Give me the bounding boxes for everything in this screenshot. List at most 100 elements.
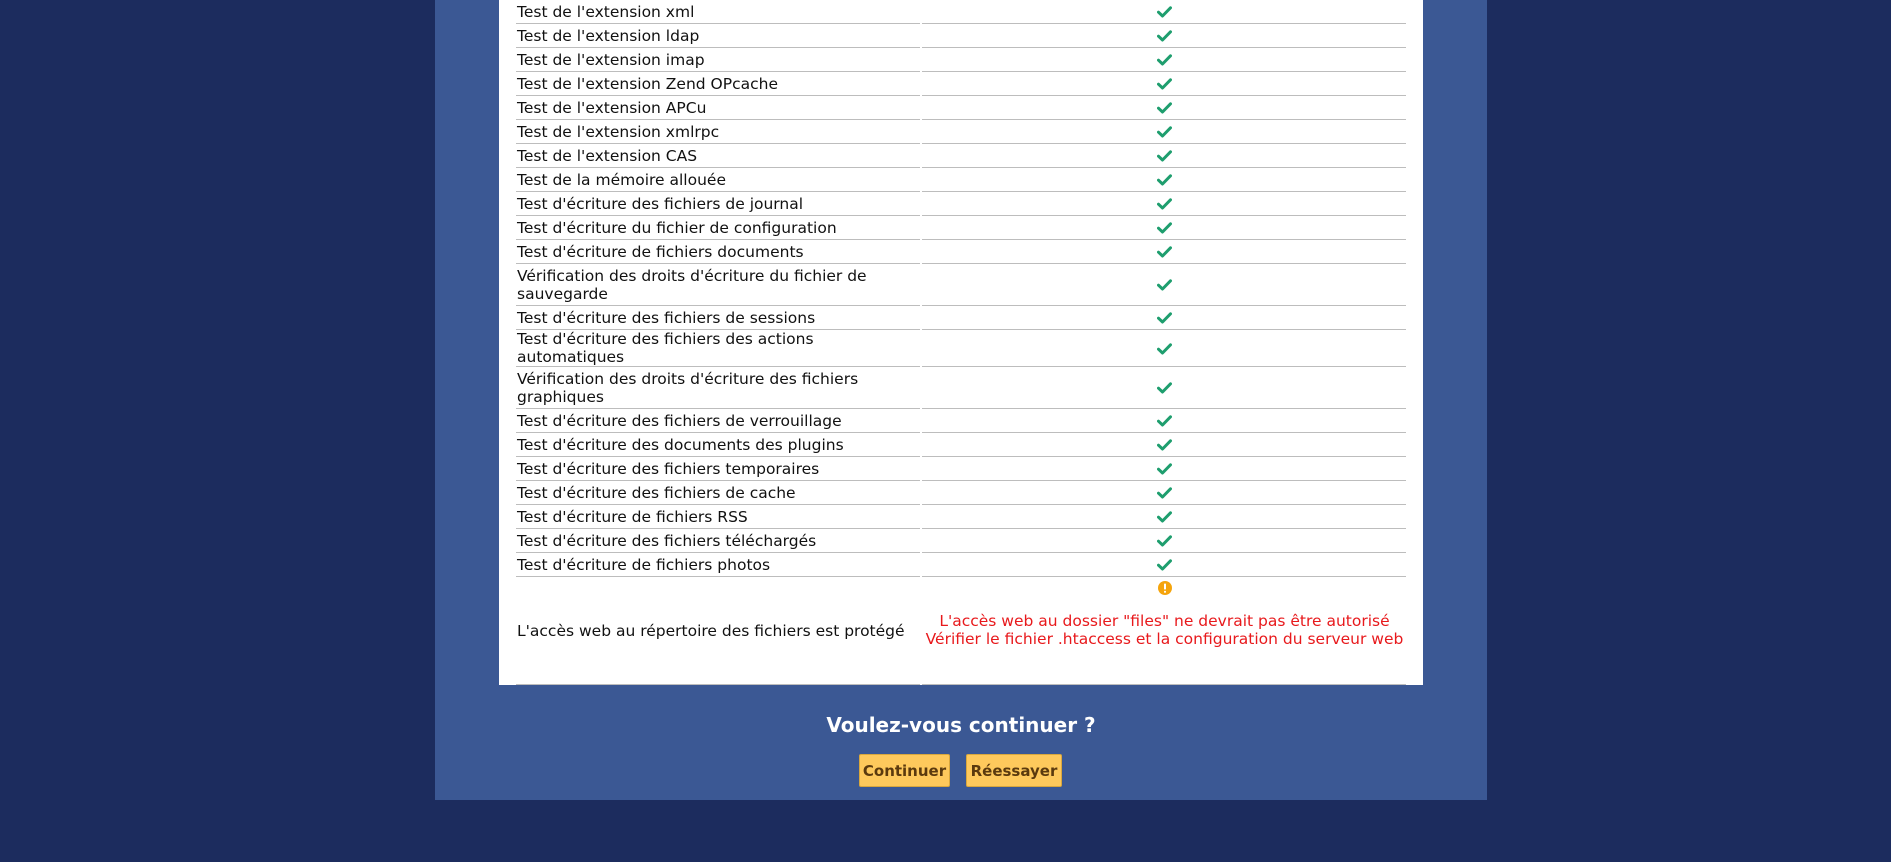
check-label: Test d'écriture des fichiers temporaires <box>516 457 920 481</box>
retry-button[interactable]: Réessayer <box>966 754 1062 787</box>
check-icon <box>1157 126 1172 138</box>
table-row: Test d'écriture des fichiers de verrouil… <box>516 409 1406 433</box>
check-label: Test d'écriture du fichier de configurat… <box>516 216 920 240</box>
check-icon <box>1157 312 1172 324</box>
check-icon <box>1157 198 1172 210</box>
check-status <box>922 505 1406 529</box>
check-icon <box>1157 279 1172 291</box>
check-icon <box>1157 415 1172 427</box>
check-status <box>922 168 1406 192</box>
check-icon <box>1157 439 1172 451</box>
check-status <box>922 96 1406 120</box>
install-frame: Test de l'extension xml Test de l'extensi… <box>435 0 1487 800</box>
check-status <box>922 240 1406 264</box>
check-status <box>922 264 1406 306</box>
table-row: Test de l'extension xml <box>516 0 1406 24</box>
check-icon <box>1157 6 1172 18</box>
check-status <box>922 48 1406 72</box>
warning-message-line: L'accès web au dossier "files" ne devrai… <box>939 612 1390 630</box>
check-label: Test d'écriture des fichiers de sessions <box>516 306 920 330</box>
check-status <box>922 306 1406 330</box>
table-row: Test d'écriture des fichiers de sessions <box>516 306 1406 330</box>
check-status <box>922 433 1406 457</box>
check-status <box>922 120 1406 144</box>
check-status <box>922 553 1406 577</box>
warning-message-line: Vérifier le fichier .htaccess et la conf… <box>925 630 1404 648</box>
check-label: L'accès web au répertoire des fichiers e… <box>516 577 920 685</box>
check-icon <box>1157 342 1172 354</box>
check-label: Test d'écriture des fichiers téléchargés <box>516 529 920 553</box>
table-row: Test d'écriture du fichier de configurat… <box>516 216 1406 240</box>
check-icon <box>1157 30 1172 42</box>
check-icon <box>1157 174 1172 186</box>
table-row: Test d'écriture de fichiers photos <box>516 553 1406 577</box>
check-status <box>922 330 1406 367</box>
check-status <box>922 367 1406 409</box>
check-label: Test de l'extension Zend OPcache <box>516 72 920 96</box>
table-row: Test de l'extension APCu <box>516 96 1406 120</box>
check-icon <box>1157 511 1172 523</box>
check-label: Test de la mémoire allouée <box>516 168 920 192</box>
check-label: Test de l'extension CAS <box>516 144 920 168</box>
table-row: Test de l'extension xmlrpc <box>516 120 1406 144</box>
check-status <box>922 0 1406 24</box>
check-icon <box>1157 487 1172 499</box>
check-status <box>922 144 1406 168</box>
check-label: Test de l'extension ldap <box>516 24 920 48</box>
check-status: L'accès web au dossier "files" ne devrai… <box>922 577 1406 685</box>
continue-question: Voulez-vous continuer ? <box>826 713 1096 737</box>
check-status <box>922 409 1406 433</box>
check-label: Test d'écriture des fichiers de cache <box>516 481 920 505</box>
check-icon <box>1157 463 1172 475</box>
table-row: Test de l'extension Zend OPcache <box>516 72 1406 96</box>
table-row: Test d'écriture de fichiers documents <box>516 240 1406 264</box>
check-icon <box>1157 54 1172 66</box>
check-icon <box>1157 382 1172 394</box>
check-label: Test d'écriture de fichiers documents <box>516 240 920 264</box>
table-row: Test de l'extension ldap <box>516 24 1406 48</box>
check-label: Test d'écriture des fichiers des actions… <box>516 330 920 367</box>
check-status <box>922 24 1406 48</box>
check-label: Test de l'extension imap <box>516 48 920 72</box>
check-icon <box>1157 102 1172 114</box>
check-label: Vérification des droits d'écriture du fi… <box>516 264 920 306</box>
check-icon <box>1157 150 1172 162</box>
check-label: Test d'écriture de fichiers photos <box>516 553 920 577</box>
check-status <box>922 192 1406 216</box>
table-row: Vérification des droits d'écriture du fi… <box>516 264 1406 306</box>
table-row-warning: L'accès web au répertoire des fichiers e… <box>516 577 1406 685</box>
table-row: Test de l'extension CAS <box>516 144 1406 168</box>
check-status <box>922 72 1406 96</box>
check-icon <box>1157 559 1172 571</box>
check-label: Test d'écriture de fichiers RSS <box>516 505 920 529</box>
check-icon <box>1157 246 1172 258</box>
check-icon <box>1157 535 1172 547</box>
check-icon <box>1157 78 1172 90</box>
check-label: Test de l'extension xmlrpc <box>516 120 920 144</box>
table-row: Test d'écriture des fichiers téléchargés <box>516 529 1406 553</box>
check-status <box>922 216 1406 240</box>
check-status <box>922 457 1406 481</box>
warning-message: L'accès web au dossier "files" ne devrai… <box>923 612 1406 648</box>
table-row: Test d'écriture des fichiers de cache <box>516 481 1406 505</box>
check-label: Test d'écriture des fichiers de verrouil… <box>516 409 920 433</box>
check-label: Test d'écriture des documents des plugin… <box>516 433 920 457</box>
table-row: Vérification des droits d'écriture des f… <box>516 367 1406 409</box>
check-icon <box>1157 222 1172 234</box>
requirements-table-body: Test de l'extension xml Test de l'extensi… <box>516 0 1406 685</box>
table-row: Test de la mémoire allouée <box>516 168 1406 192</box>
check-label: Test de l'extension APCu <box>516 96 920 120</box>
continue-button[interactable]: Continuer <box>859 754 950 787</box>
check-status <box>922 529 1406 553</box>
exclamation-circle-icon <box>1157 581 1172 595</box>
table-row: Test d'écriture des fichiers temporaires <box>516 457 1406 481</box>
check-status <box>922 481 1406 505</box>
table-row: Test de l'extension imap <box>516 48 1406 72</box>
checks-panel: Test de l'extension xml Test de l'extensi… <box>499 0 1423 685</box>
check-label: Vérification des droits d'écriture des f… <box>516 367 920 409</box>
table-row: Test d'écriture des fichiers des actions… <box>516 330 1406 367</box>
table-row: Test d'écriture des documents des plugin… <box>516 433 1406 457</box>
table-row: Test d'écriture de fichiers RSS <box>516 505 1406 529</box>
table-row: Test d'écriture des fichiers de journal <box>516 192 1406 216</box>
requirements-table: Test de l'extension xml Test de l'extensi… <box>514 0 1408 685</box>
